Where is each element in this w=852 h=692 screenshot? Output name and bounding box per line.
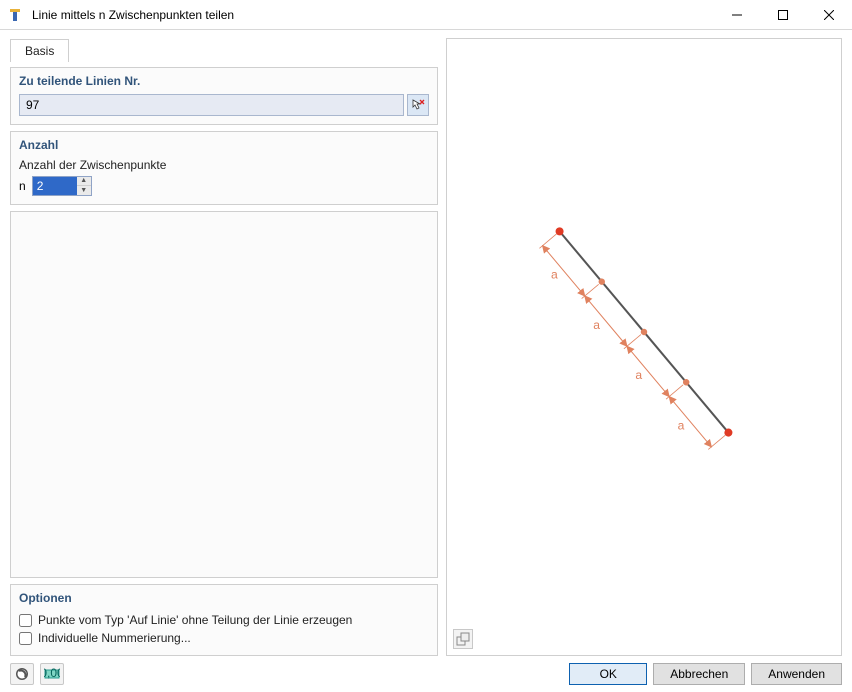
apply-button[interactable]: Anwenden bbox=[751, 663, 842, 685]
count-input[interactable] bbox=[33, 177, 77, 195]
group-heading-count: Anzahl bbox=[19, 138, 429, 152]
group-heading-options: Optionen bbox=[19, 591, 429, 605]
segment-label: a bbox=[593, 318, 600, 332]
count-step-up[interactable]: ▲ bbox=[77, 177, 91, 186]
checkbox-on-line-label: Punkte vom Typ 'Auf Linie' ohne Teilung … bbox=[38, 613, 352, 627]
svg-text:0,00: 0,00 bbox=[44, 667, 60, 680]
count-prefix: n bbox=[19, 179, 26, 193]
group-count: Anzahl Anzahl der Zwischenpunkte n ▲ ▼ bbox=[10, 131, 438, 205]
checkbox-on-line[interactable] bbox=[19, 614, 32, 627]
checkbox-numbering-label: Individuelle Nummerierung... bbox=[38, 631, 191, 645]
lines-input[interactable] bbox=[19, 94, 404, 116]
tab-basis[interactable]: Basis bbox=[10, 39, 69, 62]
count-step-down[interactable]: ▼ bbox=[77, 186, 91, 195]
count-spinner[interactable]: ▲ ▼ bbox=[32, 176, 92, 196]
group-lines-to-split: Zu teilende Linien Nr. bbox=[10, 67, 438, 125]
checkbox-numbering[interactable] bbox=[19, 632, 32, 645]
group-heading-lines: Zu teilende Linien Nr. bbox=[19, 74, 429, 88]
group-options: Optionen Punkte vom Typ 'Auf Linie' ohne… bbox=[10, 584, 438, 656]
preview-panel: a a a a bbox=[446, 38, 842, 656]
app-icon bbox=[10, 7, 26, 23]
segment-label: a bbox=[551, 268, 558, 282]
units-button[interactable]: 0,00 bbox=[40, 663, 64, 685]
preview-drawing: a a a a bbox=[447, 39, 841, 615]
maximize-button[interactable] bbox=[760, 0, 806, 30]
minimize-button[interactable] bbox=[714, 0, 760, 30]
close-button[interactable] bbox=[806, 0, 852, 30]
segment-label: a bbox=[635, 368, 642, 382]
segment-label: a bbox=[678, 419, 685, 433]
help-button[interactable] bbox=[10, 663, 34, 685]
ok-button[interactable]: OK bbox=[569, 663, 647, 685]
title-bar: Linie mittels n Zwischenpunkten teilen bbox=[0, 0, 852, 30]
bottom-bar: 0,00 OK Abbrechen Anwenden bbox=[0, 656, 852, 692]
window-title: Linie mittels n Zwischenpunkten teilen bbox=[32, 8, 714, 22]
preview-tool-button[interactable] bbox=[453, 629, 473, 649]
tab-strip: Basis bbox=[10, 38, 438, 61]
pick-lines-button[interactable] bbox=[407, 94, 429, 116]
cancel-button[interactable]: Abbrechen bbox=[653, 663, 745, 685]
group-blank bbox=[10, 211, 438, 578]
count-label: Anzahl der Zwischenpunkte bbox=[19, 158, 429, 172]
